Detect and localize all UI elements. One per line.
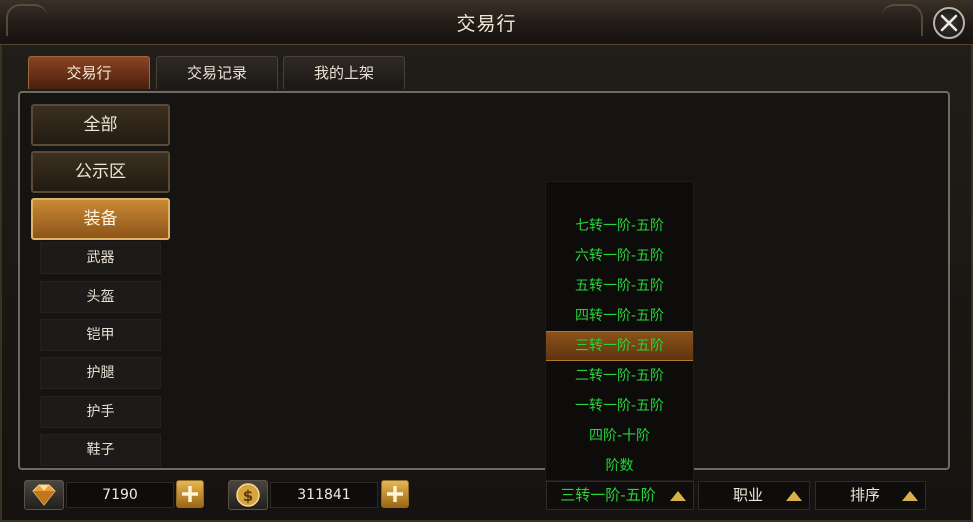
title-bar: 交易行 bbox=[0, 0, 973, 45]
close-icon bbox=[940, 14, 958, 32]
tier-filter-dropdown[interactable]: 三转一阶-五阶 bbox=[546, 481, 694, 510]
tab-my-listings[interactable]: 我的上架 bbox=[283, 56, 405, 89]
class-filter-label: 职业 bbox=[732, 486, 763, 504]
arrow-up-icon bbox=[670, 491, 686, 501]
tier-dropdown-list: 七转一阶-五阶 六转一阶-五阶 五转一阶-五阶 四转一阶-五阶 三转一阶-五阶 … bbox=[545, 181, 694, 481]
subcategory-helmet[interactable]: 头盔 bbox=[40, 281, 161, 313]
gem-icon bbox=[24, 480, 64, 510]
arrow-up-icon bbox=[786, 491, 802, 501]
subcategory-gloves[interactable]: 护手 bbox=[40, 396, 161, 428]
tier-filter-label: 三转一阶-五阶 bbox=[560, 486, 656, 504]
plus-icon bbox=[182, 486, 198, 502]
subcategory-weapon[interactable]: 武器 bbox=[40, 242, 161, 274]
tab-trading[interactable]: 交易行 bbox=[28, 56, 150, 89]
gem-balance: 7190 bbox=[66, 482, 174, 508]
add-gems-button[interactable] bbox=[176, 480, 204, 508]
subcategory-shoes[interactable]: 鞋子 bbox=[40, 434, 161, 466]
svg-text:$: $ bbox=[243, 487, 253, 505]
subcategory-leggings[interactable]: 护腿 bbox=[40, 357, 161, 389]
arrow-up-icon bbox=[902, 491, 918, 501]
dropdown-option[interactable]: 七转一阶-五阶 bbox=[546, 211, 693, 241]
dropdown-option[interactable]: 四转一阶-五阶 bbox=[546, 301, 693, 331]
dropdown-option[interactable]: 六转一阶-五阶 bbox=[546, 241, 693, 271]
dropdown-option[interactable]: 五转一阶-五阶 bbox=[546, 271, 693, 301]
dropdown-option[interactable]: 二转一阶-五阶 bbox=[546, 361, 693, 391]
dropdown-option-selected[interactable]: 三转一阶-五阶 bbox=[546, 331, 693, 361]
dropdown-option[interactable]: 四阶-十阶 bbox=[546, 421, 693, 451]
gold-balance: 311841 bbox=[270, 482, 378, 508]
sort-label: 排序 bbox=[849, 486, 880, 504]
category-public-button[interactable]: 公示区 bbox=[31, 151, 170, 193]
subcategory-armor[interactable]: 铠甲 bbox=[40, 319, 161, 351]
gold-coin-icon: $ bbox=[228, 480, 268, 510]
add-gold-button[interactable] bbox=[381, 480, 409, 508]
window-title: 交易行 bbox=[456, 13, 517, 35]
dropdown-option[interactable]: 阶数 bbox=[546, 451, 693, 481]
sort-dropdown[interactable]: 排序 bbox=[815, 481, 926, 510]
dropdown-option[interactable]: 一转一阶-五阶 bbox=[546, 391, 693, 421]
tab-trade-history[interactable]: 交易记录 bbox=[156, 56, 278, 89]
category-all-button[interactable]: 全部 bbox=[31, 104, 170, 146]
close-button[interactable] bbox=[933, 7, 965, 39]
category-equipment-button[interactable]: 装备 bbox=[31, 198, 170, 240]
plus-icon bbox=[387, 486, 403, 502]
class-filter-dropdown[interactable]: 职业 bbox=[698, 481, 810, 510]
